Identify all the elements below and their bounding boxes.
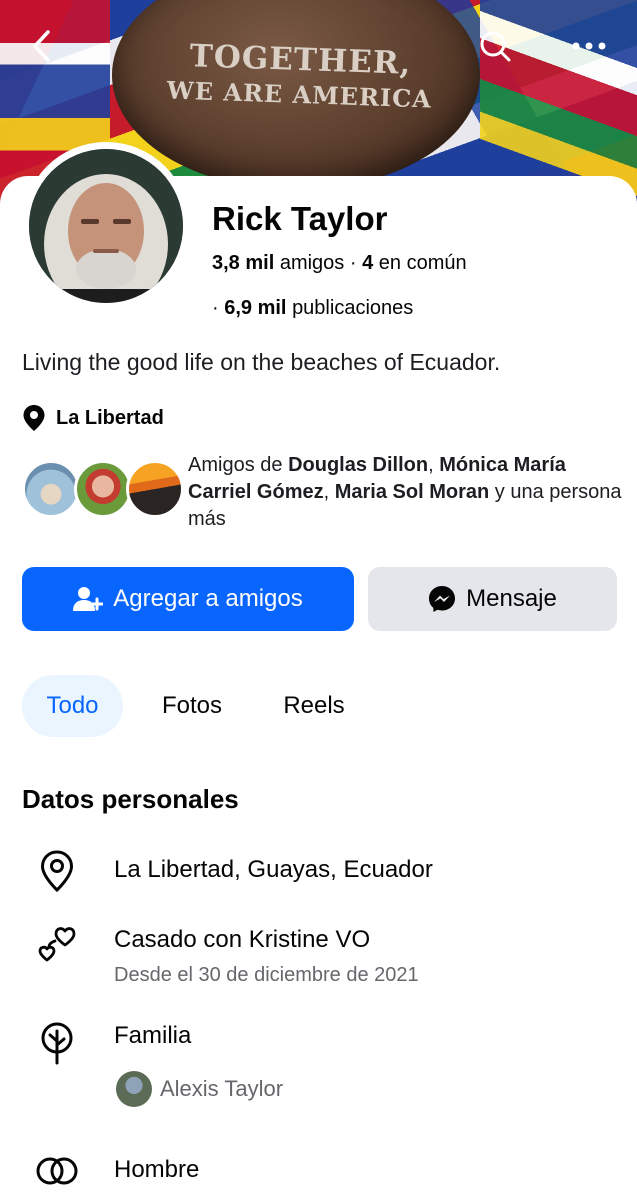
gender-icon-wrap	[34, 1148, 80, 1194]
message-button[interactable]: Mensaje	[368, 567, 617, 631]
chevron-left-icon	[33, 30, 50, 62]
hometown-icon-wrap	[34, 848, 80, 894]
mutual-friend-avatar-1[interactable]	[22, 460, 80, 518]
gender-rings-icon	[36, 1157, 78, 1185]
gender-text: Hombre	[114, 1156, 200, 1183]
relationship-icon-wrap	[34, 924, 80, 970]
avatar-portrait-icon	[29, 149, 183, 303]
mutual-prefix: Amigos de	[188, 454, 283, 476]
hearts-icon	[38, 927, 76, 962]
location-outline-icon	[40, 850, 74, 892]
cover-caption: TOGETHER, WE ARE AMERICA	[149, 37, 451, 114]
mutual-friends-text[interactable]: Amigos de Douglas Dillon, Mónica María C…	[188, 452, 628, 533]
back-button[interactable]	[20, 24, 64, 68]
messenger-icon	[429, 586, 456, 612]
tab-todo[interactable]: Todo	[22, 675, 123, 737]
family-icon-wrap	[34, 1020, 80, 1066]
mutual-friend-1[interactable]: Douglas Dillon	[288, 454, 428, 476]
mutual-friends-avatars[interactable]	[22, 460, 187, 520]
mutual-comma-2: ,	[323, 481, 330, 503]
search-button[interactable]	[473, 24, 517, 68]
message-label: Mensaje	[466, 585, 557, 612]
tab-reels[interactable]: Reels	[268, 675, 360, 737]
more-options-button[interactable]	[567, 24, 611, 68]
profile-avatar[interactable]	[29, 149, 183, 303]
posts-stats: · 6,9 mil publicaciones	[212, 297, 413, 320]
search-icon	[480, 31, 511, 62]
mutual-friend-avatar-2[interactable]	[74, 460, 132, 518]
common-count: 4	[362, 252, 374, 274]
friends-label: amigos	[279, 252, 345, 274]
location-label: La Libertad	[56, 406, 164, 429]
friends-stats[interactable]: 3,8 mil amigos · 4 en común	[212, 252, 467, 275]
posts-count: 6,9 mil	[224, 297, 287, 319]
posts-label: publicaciones	[292, 297, 414, 319]
relationship-since: Desde el 30 de diciembre de 2021	[114, 964, 419, 986]
personal-details-title: Datos personales	[22, 784, 239, 814]
mutual-friend-avatar-3[interactable]	[126, 460, 184, 518]
family-label: Familia	[114, 1022, 192, 1049]
family-member-avatar[interactable]	[116, 1071, 152, 1107]
profile-name: Rick Taylor	[212, 200, 388, 237]
add-friend-icon	[73, 587, 104, 611]
friends-count: 3,8 mil	[212, 252, 275, 274]
mutual-friend-3[interactable]: Maria Sol Moran	[335, 481, 489, 503]
hometown-text[interactable]: La Libertad, Guayas, Ecuador	[114, 856, 433, 884]
tab-fotos[interactable]: Fotos	[144, 675, 240, 737]
common-label: en común	[378, 252, 467, 274]
add-friend-button[interactable]: Agregar a amigos	[22, 567, 354, 631]
family-tree-icon	[41, 1022, 73, 1065]
profile-bio: Living the good life on the beaches of E…	[22, 349, 501, 375]
stats-separator: ·	[349, 252, 357, 274]
add-friend-label: Agregar a amigos	[113, 585, 303, 612]
profile-location[interactable]: La Libertad	[22, 404, 164, 432]
stats-separator-2: ·	[212, 297, 219, 319]
location-pin-icon	[23, 405, 45, 431]
mutual-comma-1: ,	[428, 454, 434, 476]
relationship-text[interactable]: Casado con Kristine VO	[114, 926, 370, 954]
family-member-name[interactable]: Alexis Taylor	[160, 1076, 283, 1102]
more-horizontal-icon	[572, 42, 606, 50]
